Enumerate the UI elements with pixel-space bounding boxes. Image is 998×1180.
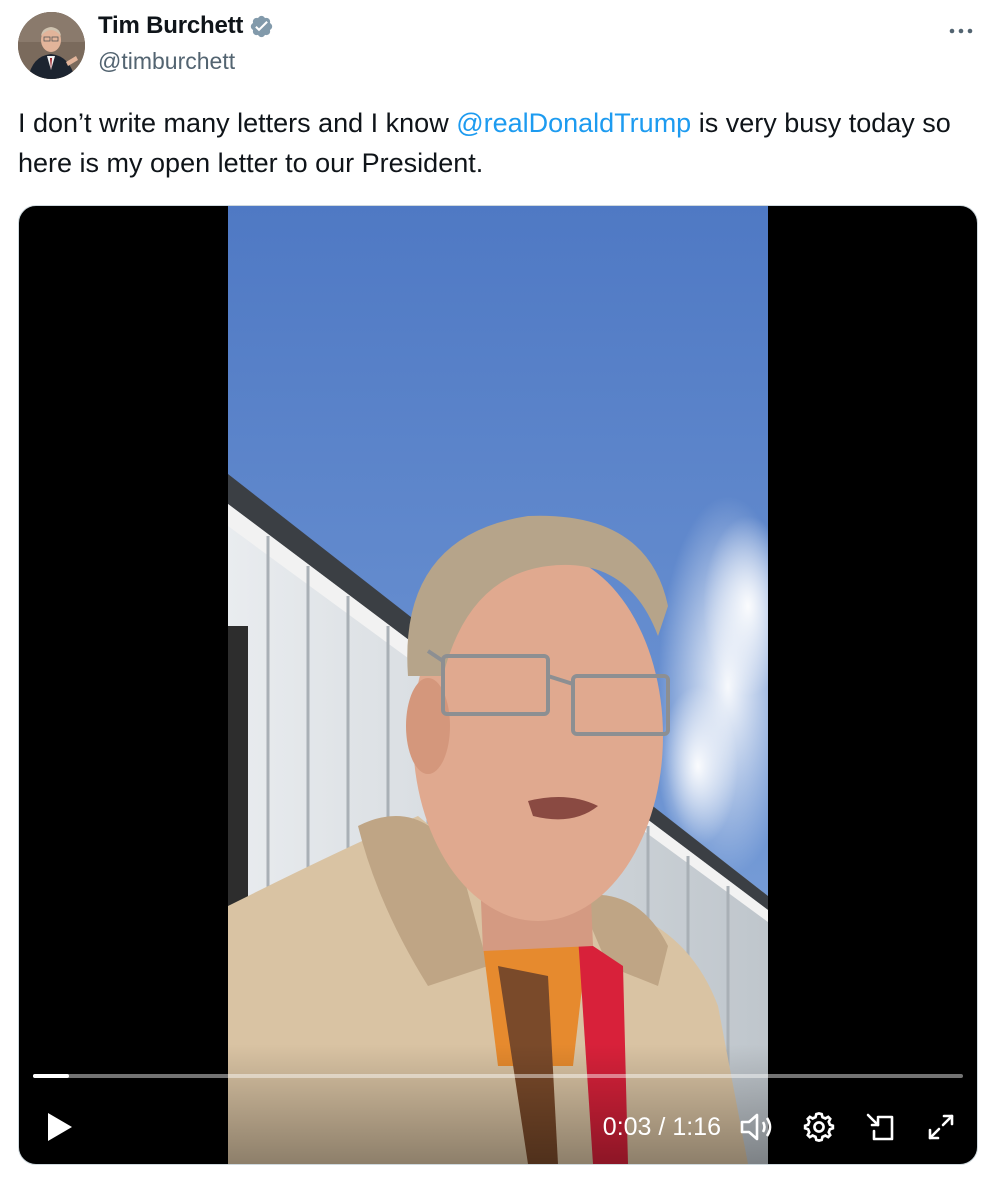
picture-in-picture-icon[interactable] xyxy=(860,1106,900,1148)
duration: 1:16 xyxy=(672,1113,721,1141)
tweet-text: I don’t write many letters and I know @r… xyxy=(18,103,968,183)
author-name-row: Tim Burchett xyxy=(98,12,274,40)
time-separator: / xyxy=(658,1113,666,1141)
volume-icon[interactable] xyxy=(737,1106,777,1148)
more-horizontal-icon[interactable] xyxy=(946,16,976,46)
author-handle[interactable]: @timburchett xyxy=(98,48,235,75)
video-frame[interactable] xyxy=(228,206,768,1164)
video-progress-bar[interactable] xyxy=(33,1074,963,1078)
fullscreen-icon[interactable] xyxy=(921,1106,961,1148)
tweet: Tim Burchett @timburchett I don’t write … xyxy=(0,0,998,1180)
avatar[interactable] xyxy=(18,12,85,79)
play-icon[interactable] xyxy=(39,1106,79,1148)
avatar-image xyxy=(18,12,85,79)
video-player[interactable]: 0:03 / 1:16 xyxy=(18,205,978,1165)
current-time: 0:03 xyxy=(602,1113,652,1141)
settings-gear-icon[interactable] xyxy=(799,1106,839,1148)
video-time: 0:03 / 1:16 xyxy=(591,1110,721,1144)
verified-badge-icon[interactable] xyxy=(249,14,274,39)
author-display-name[interactable]: Tim Burchett xyxy=(98,12,243,40)
video-progress-fill xyxy=(33,1074,70,1078)
mention-link[interactable]: @realDonaldTrump xyxy=(456,108,691,138)
tweet-text-before: I don’t write many letters and I know xyxy=(18,108,457,138)
video-frame-image xyxy=(228,206,768,1164)
